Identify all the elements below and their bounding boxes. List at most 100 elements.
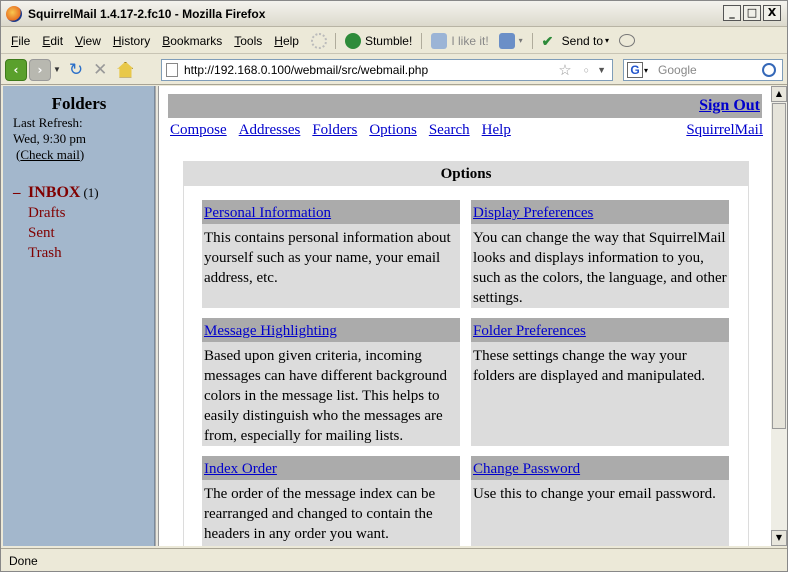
nav-search[interactable]: Search bbox=[429, 122, 470, 139]
title-bar: SquirrelMail 1.4.17-2.fc10 - Mozilla Fir… bbox=[1, 1, 787, 27]
menu-bookmarks[interactable]: Bookmarks bbox=[156, 34, 228, 48]
minimize-button[interactable]: _ bbox=[723, 5, 741, 21]
folders-title: Folders bbox=[51, 94, 107, 113]
scroll-up-icon[interactable]: ▲ bbox=[771, 86, 787, 102]
option-header: Personal Information bbox=[202, 200, 460, 224]
nav-addresses[interactable]: Addresses bbox=[239, 122, 301, 139]
main-nav: Compose Addresses Folders Options Search… bbox=[170, 122, 511, 139]
scroll-down-icon[interactable]: ▼ bbox=[771, 530, 787, 546]
status-bar: Done bbox=[1, 548, 787, 572]
inbox-count: (1) bbox=[83, 185, 99, 200]
send-check-icon: ✔ bbox=[541, 32, 554, 49]
option-personal-information: Personal Information This contains perso… bbox=[202, 200, 460, 308]
message-highlighting-link[interactable]: Message Highlighting bbox=[204, 323, 337, 339]
option-message-highlighting: Message Highlighting Based upon given cr… bbox=[202, 318, 460, 446]
toolbar-grip bbox=[334, 32, 336, 49]
option-description: This contains personal information about… bbox=[204, 230, 451, 286]
nav-folders[interactable]: Folders bbox=[312, 122, 357, 139]
url-dropdown-icon[interactable]: ▼ bbox=[597, 65, 606, 75]
browser-window: SquirrelMail 1.4.17-2.fc10 - Mozilla Fir… bbox=[0, 0, 788, 572]
stop-icon[interactable]: ✕ bbox=[93, 60, 107, 80]
vertical-scrollbar[interactable]: ▲ ▼ bbox=[771, 86, 787, 546]
menu-history[interactable]: History bbox=[107, 34, 156, 48]
menu-edit[interactable]: Edit bbox=[36, 34, 69, 48]
thumbs-down-button[interactable]: ▾ bbox=[494, 32, 528, 49]
speech-bubble-icon bbox=[619, 34, 636, 47]
check-mail-link[interactable]: Check mail bbox=[20, 147, 80, 162]
send-to-button[interactable]: ✔ Send to ▾ bbox=[537, 33, 614, 49]
check-mail: (Check mail) bbox=[16, 147, 85, 162]
personal-information-link[interactable]: Personal Information bbox=[204, 205, 331, 221]
speech-bubble-button[interactable] bbox=[614, 34, 640, 47]
navigation-toolbar: ‹ › ▼ ↻ ✕ http://192.168.0.100/webmail/s… bbox=[1, 55, 787, 85]
history-dropdown-icon[interactable]: ▼ bbox=[53, 65, 61, 74]
menu-view[interactable]: View bbox=[69, 34, 107, 48]
top-bar: Sign Out bbox=[168, 94, 762, 118]
option-folder-preferences: Folder Preferences These settings change… bbox=[471, 318, 729, 446]
thumbs-up-icon bbox=[431, 32, 448, 49]
option-description: Use this to change your email password. bbox=[473, 486, 716, 502]
folder-sent[interactable]: Sent bbox=[28, 223, 99, 243]
bookmark-star-icon[interactable]: ☆ bbox=[558, 61, 571, 79]
nav-help[interactable]: Help bbox=[482, 122, 511, 139]
reload-icon[interactable]: ↻ bbox=[69, 60, 83, 80]
stumble-button[interactable]: Stumble! bbox=[340, 32, 417, 49]
nav-compose[interactable]: Compose bbox=[170, 122, 227, 139]
stumbleupon-icon bbox=[344, 32, 361, 49]
collapse-icon[interactable]: – bbox=[13, 183, 28, 203]
page-icon bbox=[166, 63, 178, 77]
options-title: Options bbox=[184, 162, 748, 186]
menu-help[interactable]: Help bbox=[268, 34, 305, 48]
option-display-preferences: Display Preferences You can change the w… bbox=[471, 200, 729, 308]
last-refresh-label: Last Refresh: bbox=[13, 115, 83, 130]
folder-trash[interactable]: Trash bbox=[28, 243, 99, 263]
option-header: Folder Preferences bbox=[471, 318, 729, 342]
toolbar-separator bbox=[531, 32, 533, 49]
folder-list: – INBOX (1) Drafts Sent Trash bbox=[13, 183, 99, 263]
forward-arrow-icon: › bbox=[37, 62, 43, 77]
display-preferences-link[interactable]: Display Preferences bbox=[473, 205, 593, 221]
index-order-link[interactable]: Index Order bbox=[204, 461, 277, 477]
folder-inbox[interactable]: – INBOX (1) bbox=[13, 183, 99, 203]
option-description: You can change the way that SquirrelMail… bbox=[473, 230, 727, 306]
nav-options[interactable]: Options bbox=[369, 122, 417, 139]
back-arrow-icon: ‹ bbox=[13, 62, 19, 77]
address-bar[interactable]: http://192.168.0.100/webmail/src/webmail… bbox=[161, 59, 613, 81]
search-input[interactable]: Google bbox=[658, 63, 762, 77]
option-index-order: Index Order The order of the message ind… bbox=[202, 456, 460, 546]
spinner-icon bbox=[310, 32, 327, 49]
search-icon[interactable] bbox=[762, 63, 776, 77]
url-text[interactable]: http://192.168.0.100/webmail/src/webmail… bbox=[184, 63, 558, 77]
options-panel: Options Personal Information This contai… bbox=[183, 161, 749, 546]
search-box[interactable]: G ▾ Google bbox=[623, 59, 783, 81]
maximize-button[interactable]: □ bbox=[743, 5, 761, 21]
menu-file[interactable]: File bbox=[5, 34, 36, 48]
last-refresh-time: Wed, 9:30 pm bbox=[13, 131, 86, 146]
folder-drafts[interactable]: Drafts bbox=[28, 203, 99, 223]
frame-splitter[interactable] bbox=[155, 86, 159, 546]
main-frame: Sign Out Compose Addresses Folders Optio… bbox=[160, 86, 771, 546]
i-like-it-button[interactable]: I like it! bbox=[426, 32, 493, 49]
option-header: Display Preferences bbox=[471, 200, 729, 224]
close-button[interactable]: X bbox=[763, 5, 781, 21]
thumbs-down-icon bbox=[498, 32, 515, 49]
change-password-link[interactable]: Change Password bbox=[473, 461, 580, 477]
menu-bar: File Edit View History Bookmarks Tools H… bbox=[1, 28, 787, 54]
squirrelmail-link[interactable]: SquirrelMail bbox=[686, 122, 763, 139]
last-refresh: Last Refresh: Wed, 9:30 pm bbox=[13, 115, 86, 147]
home-icon[interactable] bbox=[117, 61, 134, 78]
circle-icon: ○ bbox=[583, 65, 590, 75]
window-title: SquirrelMail 1.4.17-2.fc10 - Mozilla Fir… bbox=[28, 6, 266, 21]
option-header: Change Password bbox=[471, 456, 729, 480]
engine-dropdown-icon[interactable]: ▾ bbox=[644, 66, 648, 75]
scroll-thumb[interactable] bbox=[772, 103, 786, 429]
inbox-label[interactable]: INBOX bbox=[28, 183, 80, 203]
google-icon[interactable]: G bbox=[627, 62, 643, 78]
forward-button[interactable]: › bbox=[29, 58, 51, 81]
sign-out-link[interactable]: Sign Out bbox=[699, 97, 760, 114]
menu-tools[interactable]: Tools bbox=[228, 34, 268, 48]
folder-preferences-link[interactable]: Folder Preferences bbox=[473, 323, 586, 339]
option-header: Message Highlighting bbox=[202, 318, 460, 342]
firefox-icon bbox=[6, 5, 22, 22]
back-button[interactable]: ‹ bbox=[5, 58, 27, 81]
